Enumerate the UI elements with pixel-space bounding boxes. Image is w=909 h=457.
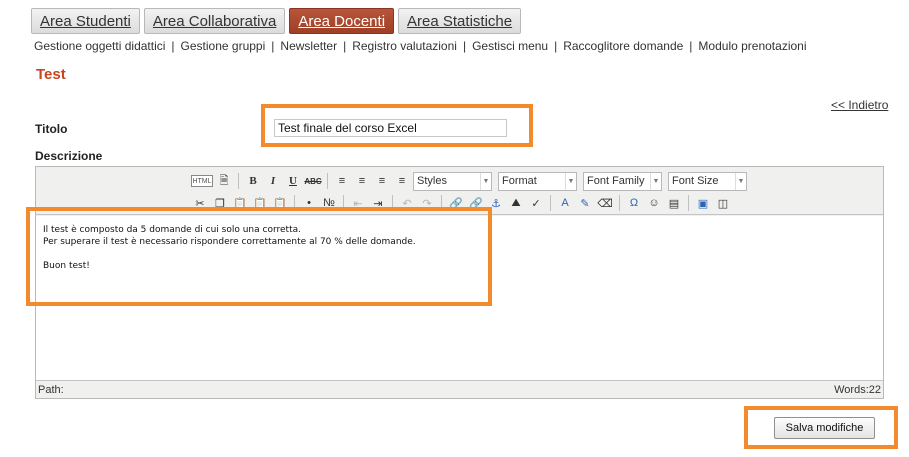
outdent-icon[interactable]: ⇤ — [349, 194, 367, 212]
align-justify-icon[interactable]: ≡ — [393, 172, 411, 190]
media-icon[interactable]: ▤ — [665, 194, 683, 212]
indent-icon[interactable]: ⇥ — [369, 194, 387, 212]
description-label: Descrizione — [35, 149, 103, 163]
toolbar-separator — [619, 195, 620, 211]
bullet-list-icon[interactable]: • — [300, 194, 318, 212]
tab-area-docenti[interactable]: Area Docenti — [289, 8, 395, 34]
align-right-icon[interactable]: ≡ — [373, 172, 391, 190]
align-left-icon[interactable]: ≡ — [333, 172, 351, 190]
toolbar-separator — [392, 195, 393, 211]
cut-icon[interactable]: ✂ — [191, 194, 209, 212]
path-label: Path: — [38, 383, 64, 396]
italic-button[interactable]: I — [264, 172, 282, 190]
editor-statusbar: Path: Words:22 — [36, 380, 883, 398]
save-button[interactable]: Salva modifiche — [774, 417, 875, 439]
font-size-select-label: Font Size — [672, 175, 719, 187]
editor-toolbar: HTML 🗎 B I U ABC ≡ ≡ ≡ ≡ Styles ▼ Format ▼… — [36, 167, 883, 215]
styles-select[interactable]: Styles ▼ — [413, 171, 492, 191]
page-title: Test — [36, 66, 66, 83]
highlight-color-icon[interactable]: ✎ — [576, 194, 594, 212]
toolbar-separator — [238, 173, 239, 189]
text-color-icon[interactable]: A — [556, 194, 574, 212]
fullscreen-icon[interactable]: ▣ — [694, 194, 712, 212]
subnav-gestione-oggetti-didattici[interactable]: Gestione oggetti didattici — [34, 39, 165, 53]
preview-icon[interactable]: ◫ — [714, 194, 732, 212]
subnav-separator: | — [171, 39, 175, 53]
subnav-separator: | — [343, 39, 347, 53]
chevron-down-icon: ▼ — [565, 172, 576, 190]
subnav-gestisci-menu[interactable]: Gestisci menu — [472, 39, 548, 53]
cleanup-icon[interactable]: ✓ — [527, 194, 545, 212]
format-select[interactable]: Format ▼ — [498, 171, 577, 191]
paste-word-icon[interactable]: 📋 — [271, 194, 289, 212]
subnav-raccoglitore-domande[interactable]: Raccoglitore domande — [563, 39, 683, 53]
content-line — [43, 248, 876, 260]
strikethrough-button[interactable]: ABC — [304, 172, 322, 190]
font-family-select[interactable]: Font Family ▼ — [583, 171, 662, 191]
html-source-button[interactable]: HTML — [191, 175, 213, 187]
anchor-icon[interactable]: ⚓ — [487, 194, 505, 212]
chevron-down-icon: ▼ — [650, 172, 661, 190]
toolbar-separator — [441, 195, 442, 211]
tab-area-statistiche[interactable]: Area Statistiche — [398, 8, 522, 34]
tab-area-studenti[interactable]: Area Studenti — [31, 8, 140, 34]
font-size-select[interactable]: Font Size ▼ — [668, 171, 747, 191]
document-icon[interactable]: 🗎 — [215, 172, 233, 190]
image-icon[interactable]: ⛰ — [507, 194, 525, 212]
format-select-label: Format — [502, 175, 537, 187]
unlink-icon[interactable]: 🔗 — [467, 194, 485, 212]
align-center-icon[interactable]: ≡ — [353, 172, 371, 190]
chevron-down-icon: ▼ — [480, 172, 491, 190]
chevron-down-icon: ▼ — [735, 172, 746, 190]
subnav-separator: | — [462, 39, 467, 53]
toolbar-separator — [294, 195, 295, 211]
subnav-separator: | — [689, 39, 693, 53]
toolbar-separator — [327, 173, 328, 189]
subnav-registro-valutazioni[interactable]: Registro valutazioni — [352, 39, 457, 53]
bold-button[interactable]: B — [244, 172, 262, 190]
subnav-newsletter[interactable]: Newsletter — [280, 39, 337, 53]
toolbar-separator — [688, 195, 689, 211]
subnav-separator: | — [554, 39, 558, 53]
link-icon[interactable]: 🔗 — [447, 194, 465, 212]
back-link[interactable]: << Indietro — [831, 98, 888, 112]
subnav-gestione-gruppi[interactable]: Gestione gruppi — [181, 39, 266, 53]
description-editor: HTML 🗎 B I U ABC ≡ ≡ ≡ ≡ Styles ▼ Format ▼… — [35, 166, 884, 399]
tab-area-collaborativa[interactable]: Area Collaborativa — [143, 8, 286, 34]
toolbar-row-2: ✂ ❐ 📋 📋 📋 • № ⇤ ⇥ ↶ ↷ 🔗 🔗 ⚓ ⛰ ✓ A ✎ ⌫ Ω — [191, 193, 732, 213]
numbered-list-icon[interactable]: № — [320, 194, 338, 212]
undo-icon[interactable]: ↶ — [398, 194, 416, 212]
underline-button[interactable]: U — [284, 172, 302, 190]
styles-select-label: Styles — [417, 175, 447, 187]
emoticon-icon[interactable]: ☺ — [645, 194, 663, 212]
content-line: Per superare il test è necessario rispon… — [43, 237, 416, 247]
toolbar-row-1: HTML 🗎 B I U ABC ≡ ≡ ≡ ≡ Styles ▼ Format ▼… — [191, 170, 751, 192]
subnav-modulo-prenotazioni[interactable]: Modulo prenotazioni — [698, 39, 806, 53]
title-input[interactable] — [274, 119, 507, 137]
subnav-separator: | — [271, 39, 275, 53]
sub-navigation: Gestione oggetti didattici | Gestione grup… — [34, 39, 807, 53]
toolbar-separator — [550, 195, 551, 211]
font-family-select-label: Font Family — [587, 175, 645, 187]
copy-icon[interactable]: ❐ — [211, 194, 229, 212]
eraser-icon[interactable]: ⌫ — [596, 194, 614, 212]
special-char-icon[interactable]: Ω — [625, 194, 643, 212]
paste-text-icon[interactable]: 📋 — [251, 194, 269, 212]
word-count: Words:22 — [834, 383, 881, 396]
editor-content-area[interactable]: Il test è composto da 5 domande di cui s… — [36, 216, 883, 380]
content-line: Il test è composto da 5 domande di cui s… — [43, 225, 301, 235]
toolbar-separator — [343, 195, 344, 211]
main-tabs: Area Studenti Area Collaborativa Area Do… — [31, 8, 522, 34]
title-label: Titolo — [35, 122, 68, 136]
paste-icon[interactable]: 📋 — [231, 194, 249, 212]
content-line: Buon test! — [43, 261, 90, 271]
redo-icon[interactable]: ↷ — [418, 194, 436, 212]
